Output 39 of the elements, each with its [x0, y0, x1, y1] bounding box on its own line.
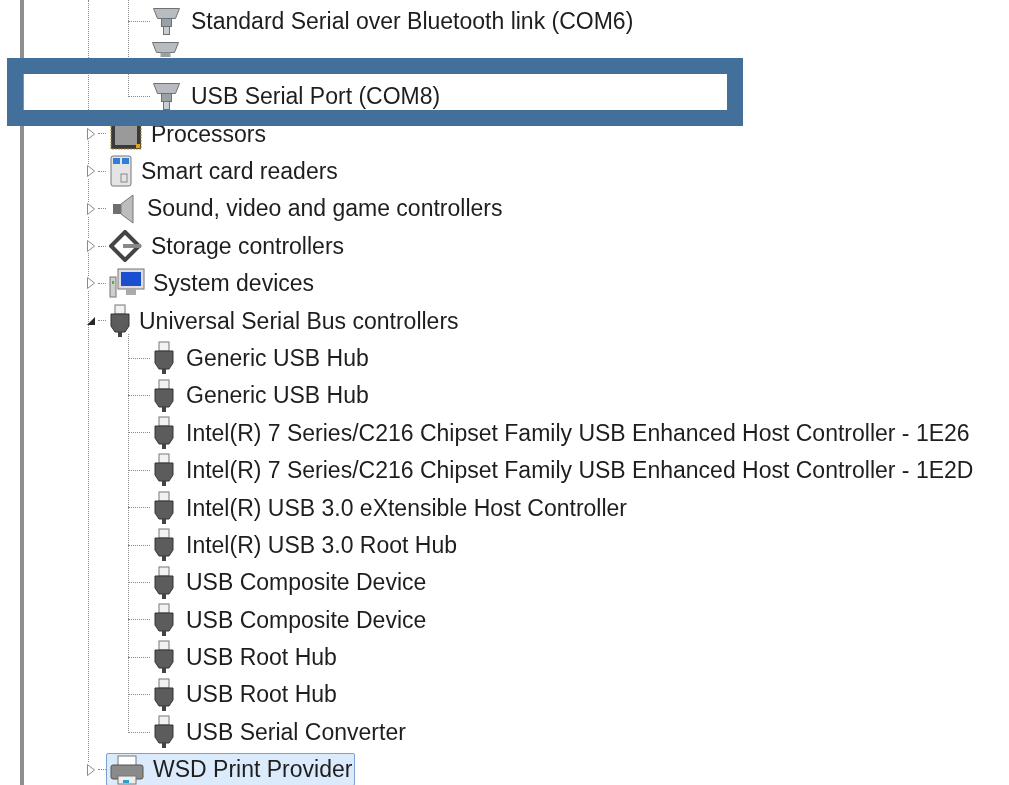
tree-item[interactable]: WSD Print Provider	[106, 753, 356, 785]
usb-plug-icon	[153, 378, 175, 413]
usb-plug-icon	[109, 303, 131, 338]
usb-plug-icon	[153, 715, 175, 750]
tree-item[interactable]: Generic USB Hub	[150, 378, 369, 413]
usb-plug-icon	[153, 490, 175, 525]
tree-item[interactable]: USB Serial Port (COM8)	[150, 79, 441, 114]
tree-item[interactable]: USB Serial Converter	[150, 714, 406, 750]
usb-plug-icon	[153, 640, 175, 675]
storage-diamond-icon	[109, 230, 143, 263]
tree-item[interactable]: Intel(R) 7 Series/C216 Chipset Family USB Enhanced Host Controller - 1E2D	[150, 453, 974, 488]
usb-plug-icon	[153, 416, 175, 450]
tree-item[interactable]: Standard Serial over Bluetooth link (COM6)	[150, 4, 634, 39]
tree-item[interactable]: Processors	[106, 117, 270, 151]
tree-item[interactable]: Generic USB Hub	[150, 340, 369, 376]
usb-plug-icon	[153, 453, 175, 488]
expanded-arrow-icon[interactable]	[86, 315, 96, 326]
tree-item[interactable]: Universal Serial Bus controllers	[106, 304, 462, 338]
serial-port-icon	[153, 8, 180, 36]
usb-plug-icon	[153, 677, 175, 712]
usb-plug-icon	[153, 565, 175, 600]
card-reader-icon	[109, 154, 133, 189]
tree-item[interactable]: USB Composite Device	[150, 565, 427, 600]
tree-item[interactable]: Storage controllers	[106, 229, 348, 263]
tree-item[interactable]: Intel(R) USB 3.0 eXtensible Host Controller	[150, 490, 628, 525]
usb-plug-icon	[153, 602, 175, 637]
tree-item[interactable]: USB Root Hub	[150, 677, 337, 712]
computer-monitor-icon	[109, 267, 145, 300]
usb-plug-icon	[153, 528, 175, 563]
tree-item[interactable]: Intel(R) 7 Series/C216 Chipset Family USB Enhanced Host Controller - 1E26	[150, 415, 970, 451]
tree-item[interactable]: Intel(R) USB 3.0 Root Hub	[150, 527, 457, 563]
tree-item[interactable]: USB Composite Device	[150, 602, 427, 638]
serial-port-icon	[153, 82, 180, 110]
tree-item[interactable]: Smart card readers	[106, 154, 341, 188]
printer-icon	[109, 753, 145, 785]
tree-item[interactable]: USB Root Hub	[150, 640, 337, 675]
usb-plug-icon	[153, 341, 175, 376]
tree-item[interactable]: System devices	[106, 266, 318, 300]
tree-item[interactable]: Sound, video and game controllers	[106, 192, 506, 226]
